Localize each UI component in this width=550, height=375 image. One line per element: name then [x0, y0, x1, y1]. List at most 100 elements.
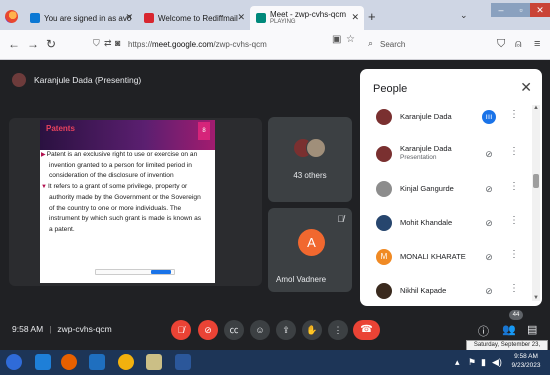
list-item[interactable]: Karanjule Dada Presentation ⊘ ⋮: [360, 138, 532, 170]
start-icon[interactable]: [6, 354, 22, 370]
tab-skype[interactable]: You are signed in as av0720100 ✕: [24, 6, 138, 30]
participant-avatar: A: [298, 229, 325, 256]
minimize-button[interactable]: –: [491, 3, 511, 17]
network-icon[interactable]: ▮: [481, 357, 486, 368]
mic-off-icon: 🎙̸: [337, 214, 344, 224]
scroll-down-icon[interactable]: ▼: [532, 295, 540, 301]
reload-icon[interactable]: ↻: [46, 37, 56, 51]
tab-rediffmail[interactable]: Welcome to Rediffmail ✕: [138, 6, 250, 30]
word-app-icon[interactable]: [175, 354, 191, 370]
info-icon[interactable]: ⓘ: [478, 323, 489, 339]
reactions-button[interactable]: ☺: [250, 320, 270, 340]
pocket-icon[interactable]: ⛉: [497, 38, 505, 51]
bookmark-star-icon[interactable]: ☆: [346, 34, 355, 45]
volume-icon[interactable]: ◀): [492, 357, 502, 368]
menu-icon[interactable]: ≡: [534, 38, 540, 50]
maximize-button[interactable]: ▫: [511, 3, 531, 17]
clock-date: 9/23/2023: [511, 362, 541, 369]
presenter-avatar: [12, 73, 26, 87]
more-options-icon[interactable]: ⋮: [509, 215, 519, 226]
url-host: meet.google.com: [152, 40, 214, 49]
slide-line: ▶Patent is an exclusive right to use or …: [41, 151, 198, 158]
list-item[interactable]: Mohit Khandale ⊘ ⋮: [360, 207, 532, 239]
people-count-badge: 44: [509, 310, 523, 320]
avatar: [376, 283, 392, 299]
close-icon[interactable]: ✕: [520, 79, 532, 96]
files-app-icon[interactable]: [146, 354, 162, 370]
scrollbar[interactable]: [532, 105, 540, 301]
scrollbar-thumb[interactable]: [533, 174, 539, 188]
skype-icon: [30, 13, 40, 23]
new-tab-button[interactable]: +: [368, 9, 376, 24]
list-all-tabs-icon[interactable]: ⌄: [460, 10, 468, 21]
people-panel: People ✕ Karanjule Dada ııı ⋮ Karanjule …: [360, 69, 542, 306]
explorer-app-icon[interactable]: [35, 354, 51, 370]
mic-off-icon[interactable]: ⊘: [482, 216, 496, 230]
more-options-icon[interactable]: ⋮: [509, 283, 519, 294]
forward-icon[interactable]: →: [27, 37, 39, 51]
slide-title: Patents: [46, 124, 75, 133]
account-icon[interactable]: ⍝: [515, 38, 522, 51]
tray-overflow-icon[interactable]: ▴: [455, 357, 460, 368]
slide-line: ▼It refers to a grant of some privilege,…: [41, 183, 188, 191]
more-options-icon[interactable]: ⋮: [509, 249, 519, 260]
search-box[interactable]: ⌕ Search: [365, 35, 475, 55]
people-icon[interactable]: 👥: [502, 323, 516, 336]
close-icon[interactable]: ✕: [237, 12, 245, 23]
tab-meet[interactable]: Meet - zwp-cvhs-qcm PLAYING ✕: [250, 6, 364, 30]
avatar: M: [376, 249, 392, 265]
list-item[interactable]: Kinjal Gangurde ⊘ ⋮: [360, 173, 532, 205]
permissions-icon[interactable]: ⇄: [104, 38, 112, 49]
taskbar-clock[interactable]: 9:58 AM 9/23/2023: [505, 352, 547, 370]
avatar: [376, 181, 392, 197]
meeting-info: 9:58 AM | zwp-cvhs-qcm: [12, 324, 112, 334]
reader-view-icon[interactable]: ▣: [332, 34, 341, 45]
firefox-icon[interactable]: [5, 10, 18, 23]
others-count: 43 others: [293, 171, 327, 180]
mic-off-icon[interactable]: ⊘: [482, 250, 496, 264]
leave-call-button[interactable]: ☎: [353, 320, 380, 340]
participant-avatar: [306, 138, 326, 158]
meet-window: Karanjule Dada (Presenting) Patents 8 ▶P…: [0, 61, 550, 357]
slide-line: a patent.: [49, 225, 75, 233]
clock-time: 9:58 AM: [514, 353, 538, 360]
mic-toggle-button[interactable]: 🎙̸: [171, 320, 191, 340]
tab-title: Meet - zwp-cvhs-qcm: [270, 10, 347, 19]
more-options-icon[interactable]: ⋮: [509, 146, 519, 157]
more-options-icon[interactable]: ⋮: [509, 109, 519, 120]
others-tile[interactable]: 43 others: [268, 117, 352, 202]
back-icon[interactable]: ←: [8, 37, 20, 51]
tray-app-icon[interactable]: ⚑: [468, 357, 476, 368]
meeting-time: 9:58 AM: [12, 324, 44, 334]
internet-explorer-app-icon[interactable]: [89, 354, 105, 370]
participant-tile[interactable]: 🎙̸ A Amol Vadnere: [268, 208, 352, 292]
list-item[interactable]: Karanjule Dada ııı ⋮: [360, 101, 532, 133]
close-icon[interactable]: ✕: [125, 12, 133, 23]
chat-icon[interactable]: ▤: [527, 323, 537, 336]
chrome-app-icon[interactable]: [118, 354, 134, 370]
camera-toggle-button[interactable]: ⊘: [198, 320, 218, 340]
firefox-app-icon[interactable]: [61, 354, 77, 370]
avatar: [376, 109, 392, 125]
list-item[interactable]: M MONALI KHARATE ⊘ ⋮: [360, 241, 532, 273]
participant-name: Kinjal Gangurde: [400, 184, 454, 193]
window-close-button[interactable]: ✕: [530, 3, 550, 17]
url-text[interactable]: https://meet.google.com/zwp-cvhs-qcm: [128, 40, 267, 49]
slide-body: ▶Patent is an exclusive right to use or …: [41, 150, 213, 236]
shield-icon[interactable]: ⛉: [93, 38, 100, 49]
slide-line: authority made by the Government or the …: [49, 193, 201, 201]
more-options-icon[interactable]: ⋮: [509, 181, 519, 192]
more-options-button[interactable]: ⋮: [328, 320, 348, 340]
scroll-up-icon[interactable]: ▲: [532, 105, 540, 111]
mic-off-icon[interactable]: ⊘: [482, 182, 496, 196]
camera-permission-icon[interactable]: ◙: [115, 38, 120, 48]
address-bar[interactable]: ⛉ ⇄ ◙ https://meet.google.com/zwp-cvhs-q…: [90, 35, 358, 55]
stop-presenting-icon[interactable]: ⊘: [482, 147, 496, 161]
mic-off-icon[interactable]: ⊘: [482, 284, 496, 298]
captions-button[interactable]: ㏄: [224, 320, 244, 340]
slide-line: of the country to one or more individual…: [49, 204, 182, 212]
close-icon[interactable]: ✕: [351, 12, 359, 23]
list-item[interactable]: Nikhil Kapade ⊘ ⋮: [360, 275, 532, 306]
raise-hand-button[interactable]: ✋: [302, 320, 322, 340]
present-button[interactable]: ⇪: [276, 320, 296, 340]
